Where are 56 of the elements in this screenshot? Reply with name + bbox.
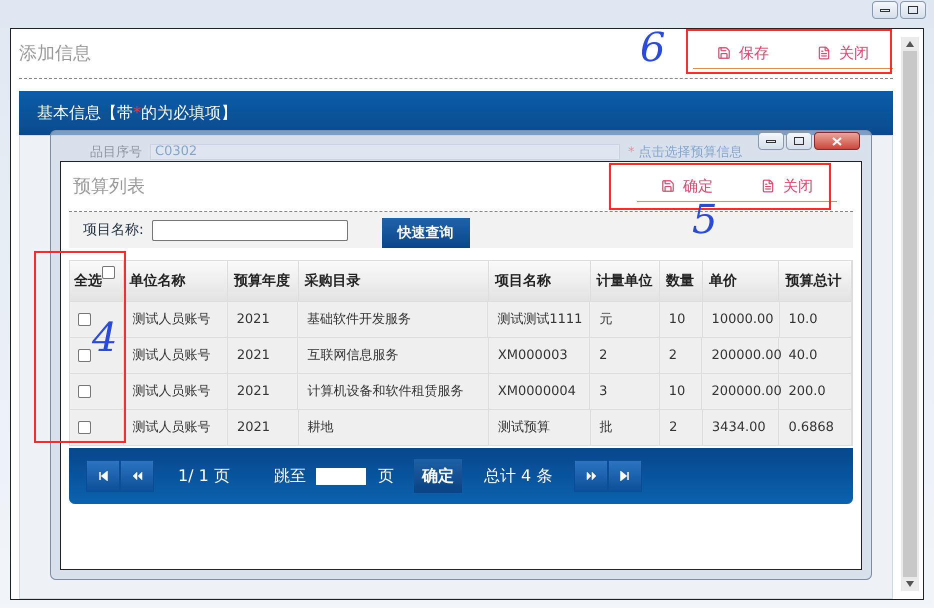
- toolbar-button[interactable]: 关闭: [737, 172, 837, 202]
- close-icon: [832, 136, 842, 146]
- section-title: 基本信息【带*的为必填项】: [37, 102, 237, 124]
- select-all-label: 全选: [74, 272, 102, 290]
- document-icon: [817, 46, 831, 60]
- maximize-button[interactable]: [786, 132, 812, 150]
- minimize-button[interactable]: [872, 1, 898, 19]
- page-info: 1/ 1 页: [178, 465, 230, 487]
- page-title: 添加信息: [19, 42, 91, 66]
- table-cell: 批: [590, 410, 660, 445]
- table-cell: 2: [660, 410, 703, 445]
- checkbox[interactable]: [102, 266, 115, 278]
- go-button[interactable]: 确定: [414, 459, 462, 493]
- pager-button[interactable]: [86, 460, 120, 492]
- toolbar-button[interactable]: 关闭: [793, 38, 893, 68]
- page-unit: 页: [378, 465, 394, 487]
- toolbar-button[interactable]: 保存: [693, 38, 793, 68]
- checkbox[interactable]: [78, 313, 91, 326]
- handwritten-number: 6: [640, 28, 666, 68]
- table-cell: 耕地: [298, 410, 490, 445]
- search-field[interactable]: [152, 220, 348, 240]
- fast-forward-icon: [586, 471, 597, 481]
- pager-button[interactable]: [120, 460, 154, 492]
- handwritten-number: 4: [92, 318, 118, 358]
- save-icon: [661, 179, 675, 193]
- table-cell: 2021: [228, 410, 299, 445]
- search-label: 项目名称:: [83, 220, 144, 240]
- table-cell: 0.6868: [779, 410, 852, 445]
- total-count: 总计 4 条: [484, 465, 552, 487]
- minimize-button[interactable]: [758, 132, 784, 150]
- checkbox[interactable]: [78, 349, 91, 362]
- save-icon: [717, 46, 731, 60]
- scrollbar-thumb[interactable]: [903, 51, 917, 577]
- pager-button[interactable]: [608, 460, 642, 492]
- jump-label: 跳至: [274, 465, 306, 487]
- dialog-title: 预算列表: [72, 175, 145, 199]
- rewind-icon: [132, 471, 142, 481]
- page-input[interactable]: [316, 468, 366, 484]
- fast-forward-icon: [620, 471, 631, 481]
- table-cell: 3434.00: [702, 410, 780, 445]
- field-label: 品目序号: [90, 146, 142, 160]
- scroll-down-icon[interactable]: [906, 581, 914, 587]
- document-icon: [761, 179, 775, 193]
- handwritten-number: 5: [692, 200, 718, 240]
- scroll-up-icon[interactable]: [906, 41, 914, 47]
- table-cell: 测试人员账号: [124, 410, 228, 445]
- rewind-icon: [98, 471, 108, 481]
- table-cell: 测试预算: [489, 410, 590, 445]
- checkbox[interactable]: [78, 421, 91, 434]
- toolbar-button[interactable]: 确定: [637, 172, 737, 202]
- close-button[interactable]: [814, 132, 860, 150]
- maximize-button[interactable]: [900, 1, 926, 19]
- pager-button[interactable]: [574, 460, 608, 492]
- field-value: C0302: [150, 144, 620, 160]
- checkbox[interactable]: [78, 385, 91, 398]
- search-button[interactable]: 快速查询: [382, 218, 470, 248]
